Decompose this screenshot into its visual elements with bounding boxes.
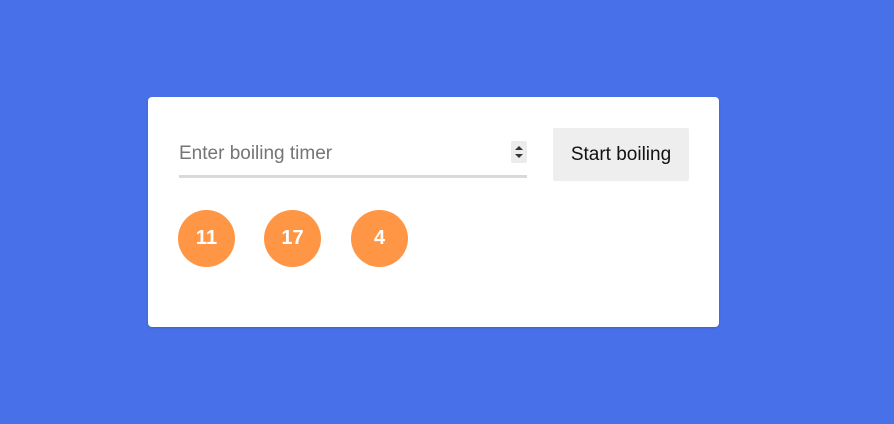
timer-card: Start boiling 11 17 4 xyxy=(148,97,719,327)
timer-bubble[interactable]: 11 xyxy=(178,210,235,267)
timer-bubble[interactable]: 17 xyxy=(264,210,321,267)
spin-down-icon[interactable] xyxy=(515,154,523,158)
spin-up-icon[interactable] xyxy=(515,146,523,150)
number-spinner[interactable] xyxy=(511,141,527,163)
boiling-timer-input[interactable] xyxy=(179,136,499,172)
timer-input-wrapper xyxy=(179,136,527,178)
start-boiling-button[interactable]: Start boiling xyxy=(553,128,689,181)
timer-bubble[interactable]: 4 xyxy=(351,210,408,267)
